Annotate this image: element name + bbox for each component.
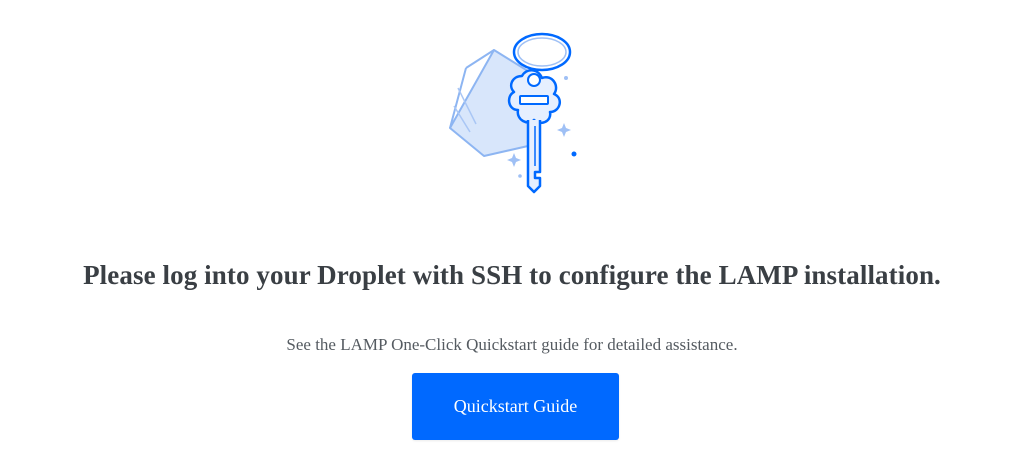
page-title: Please log into your Droplet with SSH to…: [83, 260, 941, 290]
page: Please log into your Droplet with SSH to…: [0, 0, 1024, 456]
key-icon: [436, 28, 592, 198]
quickstart-guide-button[interactable]: Quickstart Guide: [412, 373, 619, 440]
help-text: See the LAMP One-Click Quickstart guide …: [286, 335, 738, 354]
